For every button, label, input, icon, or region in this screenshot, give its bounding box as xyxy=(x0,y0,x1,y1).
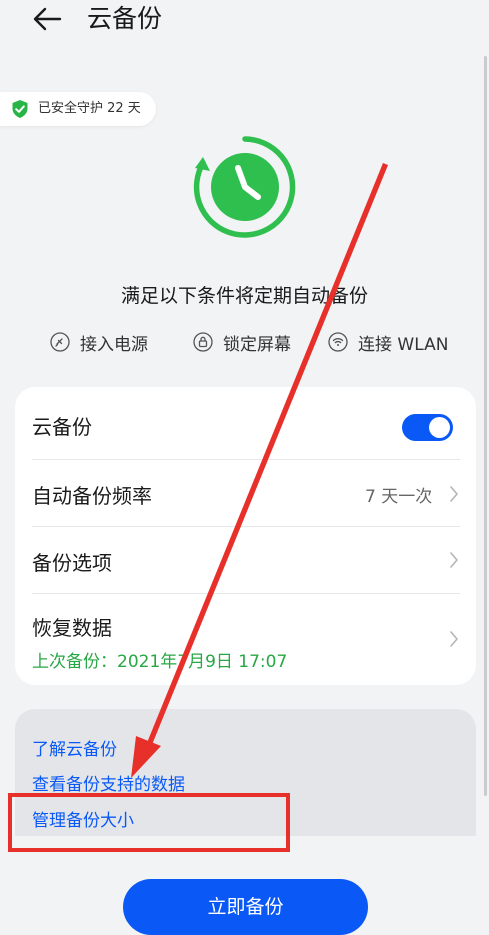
chevron-right-icon xyxy=(450,631,458,647)
page-title: 云备份 xyxy=(87,4,163,33)
cloud-backup-toggle[interactable] xyxy=(402,414,453,441)
power-plug-icon xyxy=(50,332,70,352)
cloud-backup-row[interactable]: 云备份 xyxy=(15,387,476,459)
frequency-label: 自动备份频率 xyxy=(32,484,152,508)
arrow-left-icon[interactable] xyxy=(30,2,64,36)
condition-wlan: 连接 WLAN xyxy=(328,328,448,356)
scrollbar[interactable] xyxy=(484,56,487,796)
frequency-row[interactable]: 自动备份频率 7 天一次 xyxy=(15,460,476,526)
lock-icon xyxy=(193,332,213,352)
view-supported-data-link[interactable]: 查看备份支持的数据 xyxy=(32,770,185,795)
chevron-right-icon xyxy=(450,486,458,502)
condition-lock-label: 锁定屏幕 xyxy=(223,334,291,355)
restore-data-row[interactable]: 恢复数据 上次备份：2021年7月9日 17:07 xyxy=(15,594,476,685)
shield-check-icon xyxy=(12,100,28,118)
backup-clock-icon xyxy=(193,136,296,238)
condition-power-label: 接入电源 xyxy=(80,334,148,355)
restore-data-label: 恢复数据 xyxy=(32,616,112,640)
backup-now-button[interactable]: 立即备份 xyxy=(123,879,368,935)
conditions-title: 满足以下条件将定期自动备份 xyxy=(120,285,368,307)
settings-card: 云备份 自动备份频率 7 天一次 备份选项 恢复数据 上次备份：2021年7月9… xyxy=(15,387,476,685)
backup-options-label: 备份选项 xyxy=(32,551,112,575)
annotation-highlight-box xyxy=(8,793,290,852)
condition-power: 接入电源 xyxy=(50,328,148,356)
protection-badge-text: 已安全守护 22 天 xyxy=(38,101,141,116)
last-backup-text: 上次备份：2021年7月9日 17:07 xyxy=(32,652,288,672)
backup-options-row[interactable]: 备份选项 xyxy=(15,527,476,593)
learn-cloud-backup-link[interactable]: 了解云备份 xyxy=(32,735,117,760)
frequency-value: 7 天一次 xyxy=(365,487,433,507)
condition-lock: 锁定屏幕 xyxy=(193,328,291,356)
condition-wlan-label: 连接 WLAN xyxy=(358,334,449,355)
chevron-right-icon xyxy=(450,552,458,568)
toggle-knob xyxy=(429,417,450,438)
protection-badge: 已安全守护 22 天 xyxy=(0,92,156,126)
backup-now-label: 立即备份 xyxy=(207,896,284,918)
cloud-backup-label: 云备份 xyxy=(32,415,92,439)
wifi-icon xyxy=(328,332,348,352)
app-header: 云备份 xyxy=(0,0,489,44)
